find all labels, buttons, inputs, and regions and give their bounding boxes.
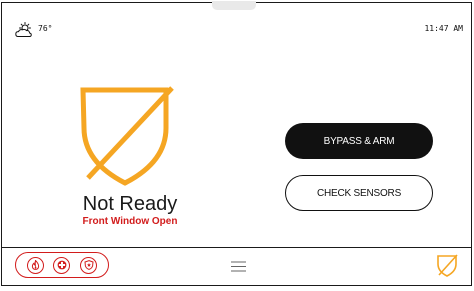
temperature-readout: 76°	[38, 24, 53, 33]
cloudy-sun-icon	[15, 22, 35, 43]
clock: 11:47 AM	[424, 24, 463, 33]
system-status-title: Not Ready	[82, 193, 178, 215]
arm-status-shield-icon[interactable]	[436, 254, 458, 283]
medical-icon[interactable]	[53, 256, 71, 274]
bypass-arm-button[interactable]: BYPASS & ARM	[285, 123, 433, 159]
panic-buttons	[15, 252, 109, 278]
pull-down-tab[interactable]	[212, 1, 256, 10]
shield-slash-icon	[74, 82, 176, 193]
fire-icon[interactable]	[26, 256, 44, 274]
check-sensors-button[interactable]: CHECK SENSORS	[285, 175, 433, 211]
system-status-detail: Front Window Open	[82, 216, 178, 227]
hamburger-menu-icon[interactable]	[231, 259, 246, 277]
footer-divider	[1, 247, 472, 248]
police-icon[interactable]	[80, 256, 98, 274]
